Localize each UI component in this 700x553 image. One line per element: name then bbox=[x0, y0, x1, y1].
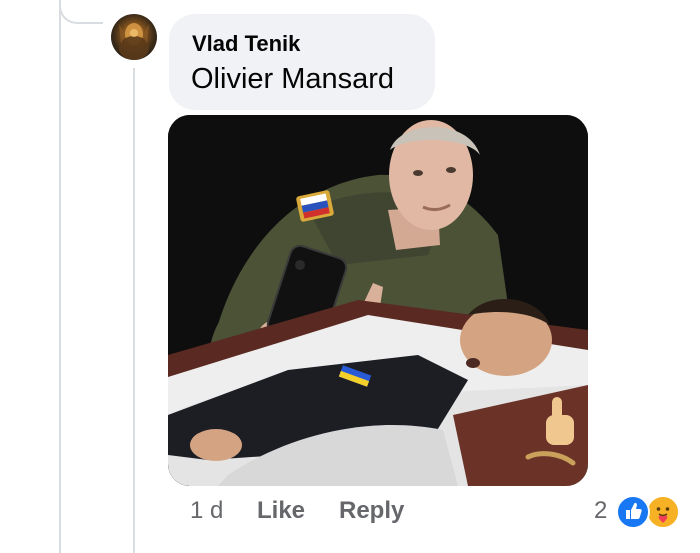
avatar[interactable] bbox=[111, 14, 157, 60]
reply-thread-line bbox=[133, 68, 135, 553]
thread-connector bbox=[59, 0, 103, 24]
thread-line bbox=[59, 0, 61, 553]
comment-bubble: Vlad Tenik Olivier Mansard bbox=[169, 14, 435, 110]
reply-button[interactable]: Reply bbox=[339, 497, 404, 525]
reactions-summary[interactable] bbox=[616, 495, 682, 529]
timestamp[interactable]: 1 d bbox=[190, 497, 223, 525]
like-icon bbox=[616, 495, 650, 529]
author-name[interactable]: Vlad Tenik bbox=[192, 31, 300, 57]
care-icon bbox=[646, 495, 680, 529]
reaction-count[interactable]: 2 bbox=[594, 497, 607, 525]
comment-image[interactable] bbox=[168, 115, 588, 486]
comment-text: Olivier Mansard bbox=[191, 63, 395, 95]
comment-thread: Vlad Tenik Olivier Mansard 1 d Like Repl… bbox=[0, 0, 700, 553]
like-button[interactable]: Like bbox=[257, 497, 305, 525]
comment-actions: 1 d Like Reply 2 bbox=[0, 495, 700, 529]
